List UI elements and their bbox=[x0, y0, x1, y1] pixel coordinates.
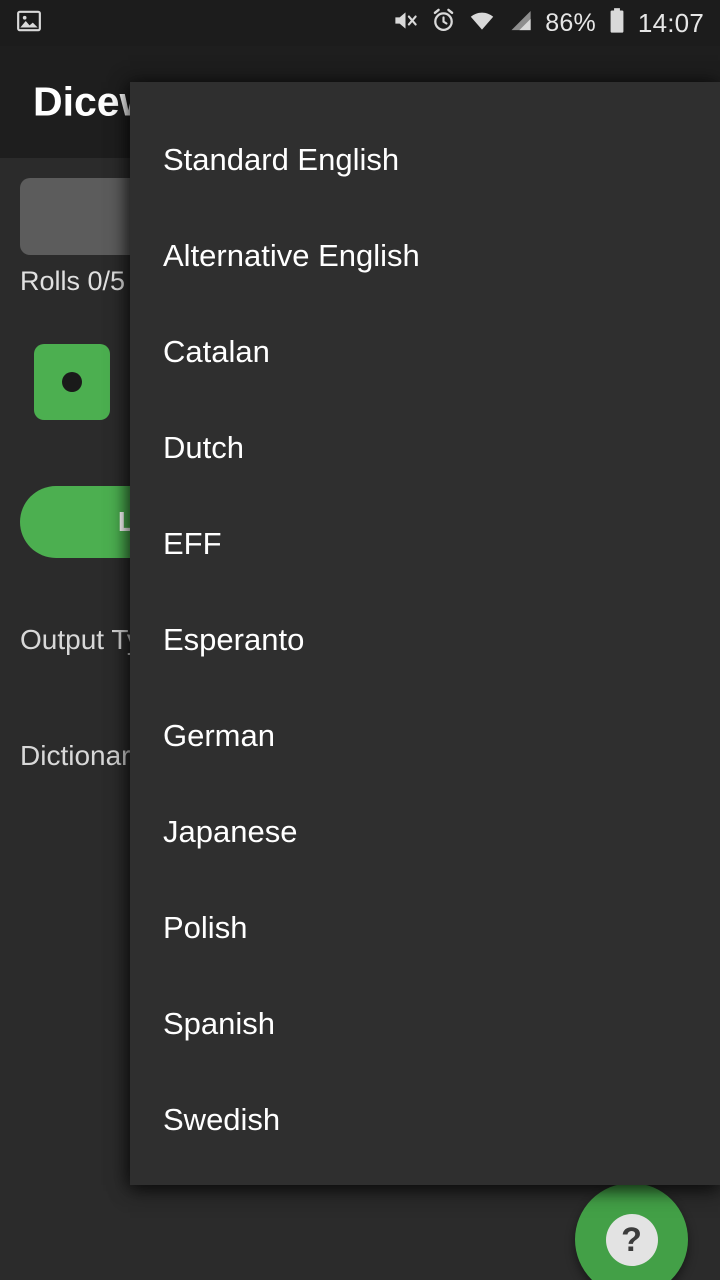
menu-item-esperanto[interactable]: Esperanto bbox=[163, 616, 304, 664]
dictionary-label: Dictionary bbox=[20, 740, 145, 771]
help-question-icon: ? bbox=[605, 1213, 658, 1266]
image-gallery-icon bbox=[16, 8, 42, 39]
die-pip-icon bbox=[62, 372, 82, 392]
menu-item-polish[interactable]: Polish bbox=[163, 904, 247, 952]
menu-item-catalan[interactable]: Catalan bbox=[163, 328, 270, 376]
menu-item-swedish[interactable]: Swedish bbox=[163, 1096, 280, 1144]
battery-percent-label: 86% bbox=[545, 8, 596, 37]
menu-item-alternative-english[interactable]: Alternative English bbox=[163, 232, 420, 280]
menu-item-japanese[interactable]: Japanese bbox=[163, 808, 297, 856]
output-type-label: Output Ty bbox=[20, 624, 141, 655]
dictionary-dropdown-menu[interactable]: Standard English Alternative English Cat… bbox=[130, 82, 720, 1185]
rolls-counter-label: Rolls 0/5 bbox=[20, 266, 126, 296]
status-bar-right: 86% 14:07 bbox=[392, 7, 704, 40]
menu-item-dutch[interactable]: Dutch bbox=[163, 424, 244, 472]
die-face-1[interactable] bbox=[34, 344, 110, 420]
phone-screen: 86% 14:07 Dicew Rolls 0/5 Lo Output Ty D… bbox=[0, 0, 720, 1280]
cellular-signal-icon bbox=[507, 7, 534, 39]
status-bar-left bbox=[16, 8, 42, 39]
battery-icon bbox=[607, 7, 627, 40]
clock-label: 14:07 bbox=[637, 8, 704, 38]
mute-icon bbox=[392, 7, 419, 39]
help-fab-button[interactable]: ? bbox=[575, 1183, 688, 1280]
menu-item-german[interactable]: German bbox=[163, 712, 275, 760]
menu-item-standard-english[interactable]: Standard English bbox=[163, 136, 399, 184]
status-bar: 86% 14:07 bbox=[0, 0, 720, 46]
wifi-icon bbox=[468, 7, 496, 40]
menu-item-spanish[interactable]: Spanish bbox=[163, 1000, 275, 1048]
alarm-clock-icon bbox=[430, 7, 457, 39]
menu-item-eff[interactable]: EFF bbox=[163, 520, 222, 568]
